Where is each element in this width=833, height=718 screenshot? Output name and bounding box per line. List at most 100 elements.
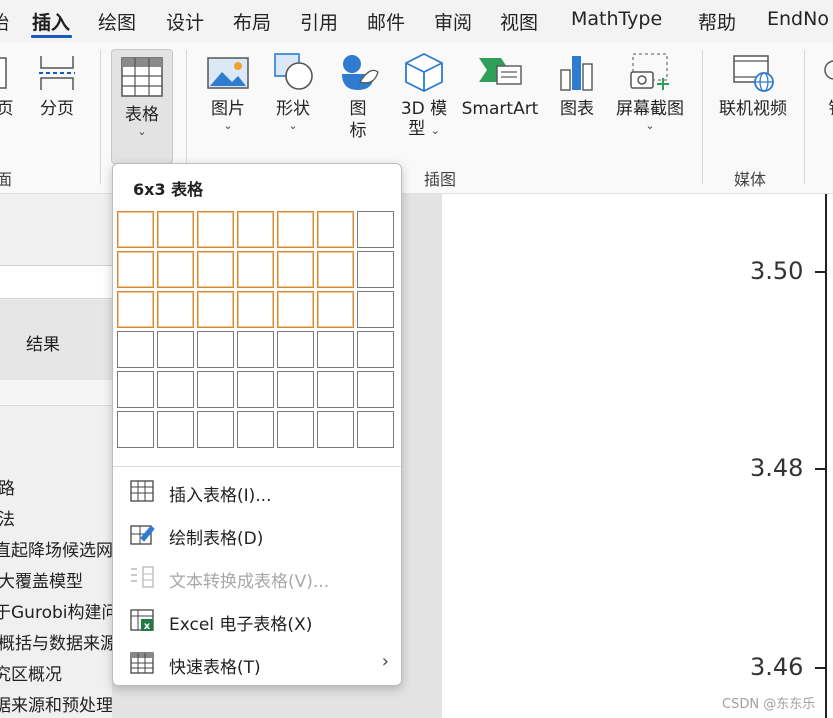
table-grid-cell[interactable] [117, 251, 154, 288]
3d-models-button[interactable]: 3D 模 型 ⌄ [397, 52, 451, 140]
excel-spreadsheet-menu-item[interactable]: x Excel 电子表格(X) [129, 602, 399, 638]
links-button[interactable]: 铂 [822, 52, 833, 120]
list-item[interactable]: 大覆盖模型 [0, 567, 83, 592]
table-grid-cell[interactable] [157, 251, 194, 288]
links-label: 铂 [822, 98, 833, 120]
table-grid-cell[interactable] [117, 371, 154, 408]
table-grid-cell[interactable] [117, 291, 154, 328]
table-grid-cell[interactable] [277, 331, 314, 368]
table-grid-cell[interactable] [237, 411, 274, 448]
table-grid-cell[interactable] [157, 291, 194, 328]
table-grid-cell[interactable] [357, 411, 394, 448]
table-grid-cell[interactable] [197, 251, 234, 288]
pages-group-label: 面 [0, 170, 13, 189]
draw-table-menu-item[interactable]: 绘制表格(D) [129, 516, 399, 552]
icons-button[interactable]: 图 标 [333, 52, 383, 142]
table-grid-cell[interactable] [317, 411, 354, 448]
page-break-button[interactable]: 分页 [32, 52, 82, 120]
shapes-icon [274, 53, 313, 90]
tab-home[interactable]: 始 [0, 8, 9, 35]
tab-draw[interactable]: 绘图 [98, 8, 136, 35]
tab-mathtype[interactable]: MathType [571, 8, 662, 30]
table-grid-cell[interactable] [357, 251, 394, 288]
tab-mailings[interactable]: 邮件 [367, 8, 405, 35]
list-item[interactable]: 路 [0, 474, 15, 499]
shapes-button[interactable]: 形状 ⌄ [268, 52, 318, 132]
tab-view[interactable]: 视图 [500, 8, 538, 35]
tab-insert[interactable]: 插入 [32, 8, 70, 35]
watermark: CSDN @东东乐 [722, 697, 816, 712]
table-grid-cell[interactable] [277, 291, 314, 328]
screenshot-button[interactable]: 屏幕截图 ⌄ [612, 52, 688, 132]
online-video-icon [733, 55, 774, 92]
tab-layout[interactable]: 布局 [233, 8, 271, 35]
tab-review[interactable]: 审阅 [434, 8, 472, 35]
table-grid-cell[interactable] [117, 411, 154, 448]
table-grid-cell[interactable] [317, 331, 354, 368]
shapes-label: 形状 [276, 99, 310, 119]
table-grid-cell[interactable] [357, 211, 394, 248]
table-grid-cell[interactable] [197, 331, 234, 368]
table-grid-cell[interactable] [237, 331, 274, 368]
picture-button[interactable]: 图片 ⌄ [203, 52, 253, 132]
list-item[interactable]: 于Gurobi构建问 [0, 598, 118, 623]
table-grid-cell[interactable] [317, 211, 354, 248]
table-grid-cell[interactable] [237, 211, 274, 248]
table-grid-cell[interactable] [157, 411, 194, 448]
table-grid-cell[interactable] [197, 291, 234, 328]
online-video-button[interactable]: 联机视频 [714, 52, 792, 120]
table-button[interactable]: 表格 ⌄ [111, 49, 173, 164]
insert-table-menu-item[interactable]: 插入表格(I)... [129, 473, 399, 509]
table-grid-cell[interactable] [357, 291, 394, 328]
chevron-down-icon: ⌄ [645, 119, 655, 132]
table-grid-cell[interactable] [357, 331, 394, 368]
table-grid-cell[interactable] [237, 371, 274, 408]
tab-help[interactable]: 帮助 [698, 8, 736, 35]
table-grid-cell[interactable] [317, 291, 354, 328]
draw-table-label: 绘制表格(D) [169, 529, 264, 549]
table-grid-cell[interactable] [117, 331, 154, 368]
search-input[interactable] [0, 265, 112, 299]
table-grid-cell[interactable] [357, 371, 394, 408]
media-group-label: 媒体 [734, 170, 767, 189]
tab-endnote[interactable]: EndNo [767, 8, 829, 30]
link-icon [824, 60, 833, 80]
table-grid-cell[interactable] [277, 211, 314, 248]
cube-icon [405, 52, 443, 92]
smartart-button[interactable]: SmartArt [460, 52, 540, 120]
table-grid-cell[interactable] [117, 211, 154, 248]
list-item[interactable]: 概括与数据来源 [0, 629, 117, 654]
insert-table-dropdown: 6x3 表格 插入表格(I)... 绘制表格(D) 文本转换成表格(V)... … [112, 163, 402, 686]
icons-label-line2: 标 [349, 121, 367, 141]
table-grid-cell[interactable] [237, 291, 274, 328]
page-break-label: 分页 [40, 99, 74, 119]
table-grid-cell[interactable] [237, 251, 274, 288]
list-item[interactable]: 直起降场候选网 [0, 536, 113, 561]
table-grid-cell[interactable] [157, 371, 194, 408]
list-item[interactable]: 据来源和预处理 [0, 691, 113, 716]
table-icon [121, 57, 163, 97]
blank-page-button[interactable]: 页 [0, 52, 20, 120]
tab-references[interactable]: 引用 [300, 8, 338, 35]
convert-text-menu-item[interactable]: 文本转换成表格(V)... [129, 559, 399, 595]
page-break-icon [39, 56, 75, 90]
results-tab[interactable]: 结果 [0, 300, 112, 380]
table-size-title: 6x3 表格 [133, 180, 204, 199]
chevron-down-icon: ⌄ [137, 125, 147, 138]
table-grid-cell[interactable] [197, 211, 234, 248]
table-grid-cell[interactable] [157, 331, 194, 368]
quick-tables-menu-item[interactable]: 快速表格(T) › [129, 645, 399, 681]
table-grid-cell[interactable] [197, 411, 234, 448]
chart-button[interactable]: 图表 [552, 52, 602, 120]
list-item[interactable]: 法 [0, 505, 15, 530]
list-item[interactable]: 究区概况 [0, 660, 62, 685]
table-grid-cell[interactable] [157, 211, 194, 248]
table-grid-cell[interactable] [277, 371, 314, 408]
draw-table-icon [130, 525, 155, 545]
table-grid-cell[interactable] [197, 371, 234, 408]
table-grid-cell[interactable] [317, 371, 354, 408]
table-grid-cell[interactable] [317, 251, 354, 288]
table-grid-cell[interactable] [277, 251, 314, 288]
table-grid-cell[interactable] [277, 411, 314, 448]
tab-design[interactable]: 设计 [166, 8, 204, 35]
